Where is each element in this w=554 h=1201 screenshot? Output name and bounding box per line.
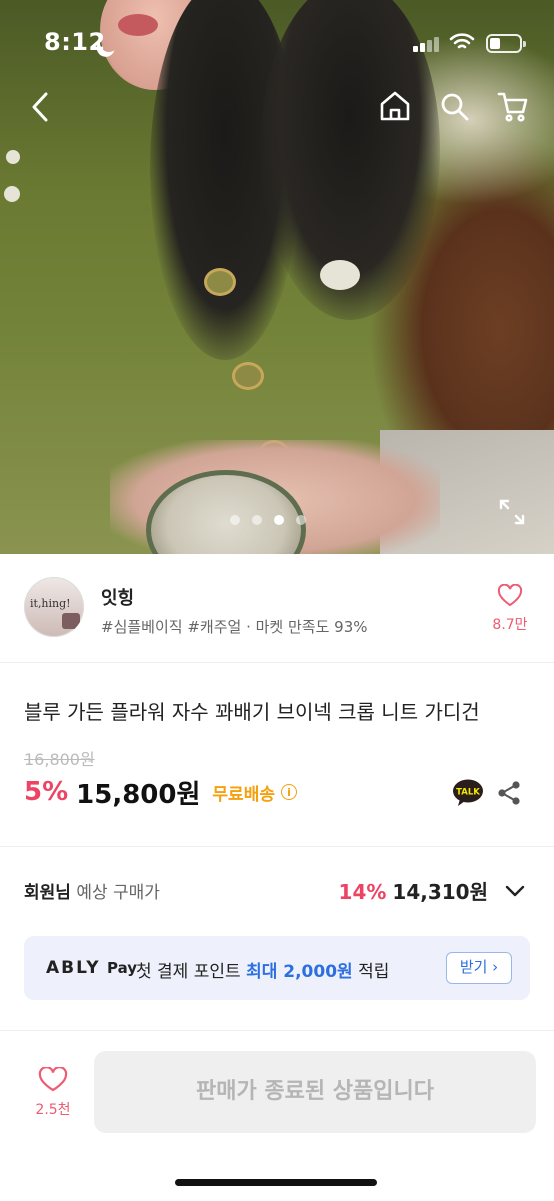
share-icon[interactable] — [496, 780, 522, 810]
hero-embroidery — [6, 150, 20, 164]
gallery-dot[interactable] — [252, 515, 262, 525]
ably-text-after: 적립 — [352, 962, 390, 982]
ably-promo-text: 첫 결제 포인트 최대 2,000원 적립 — [136, 957, 389, 982]
gallery-dot-active[interactable] — [274, 515, 284, 525]
hero-cardigan-button — [204, 268, 236, 296]
free-shipping-label[interactable]: 무료배송 — [212, 780, 275, 805]
member-price-value: 14,310원 — [392, 880, 488, 904]
ably-pay-banner[interactable]: ABLY Pay 첫 결제 포인트 최대 2,000원 적립 받기 › — [24, 936, 530, 1000]
home-indicator — [175, 1179, 377, 1186]
search-icon[interactable] — [440, 92, 470, 122]
heart-icon — [497, 583, 523, 607]
store-avatar-text: it,hing! — [30, 597, 71, 610]
price-row: 5% 15,800원 무료배송 i — [24, 774, 297, 810]
sold-out-button: 판매가 종료된 상품입니다 — [94, 1051, 536, 1133]
battery-icon — [486, 34, 526, 53]
signal-icon — [413, 36, 439, 52]
product-title: 블루 가든 플라워 자수 꽈배기 브이넥 크롭 니트 가디건 — [24, 700, 480, 724]
product-like-button[interactable]: 2.5천 — [24, 1066, 82, 1119]
store-like-button[interactable]: 8.7만 — [484, 583, 536, 634]
store-name[interactable]: 잇힝 — [101, 584, 134, 610]
ably-logo: ABLY — [46, 958, 101, 978]
kakaotalk-icon[interactable]: TALK — [452, 779, 484, 806]
hero-embroidery — [4, 186, 20, 202]
sale-price: 15,800원 — [76, 779, 201, 810]
discount-rate: 5% — [24, 777, 69, 807]
store-meta: #심플베이직 #캐주얼 · 마켓 만족도 93% — [101, 618, 368, 636]
original-price: 16,800원 — [24, 750, 95, 769]
gallery-dot[interactable] — [296, 515, 306, 525]
heart-icon — [38, 1066, 68, 1092]
store-section[interactable]: it,hing! 잇힝 #심플베이직 #캐주얼 · 마켓 만족도 93% 8.7… — [0, 554, 554, 663]
back-icon[interactable] — [28, 90, 54, 124]
hero-embroidery — [320, 260, 360, 290]
member-label-rest: 예상 구매가 — [70, 883, 160, 903]
home-icon[interactable] — [378, 90, 412, 122]
receive-button[interactable]: 받기 › — [446, 952, 512, 984]
ably-pay-label: Pay — [107, 959, 138, 977]
hero-cardigan-button — [232, 362, 264, 390]
gallery-indicator — [230, 514, 306, 526]
store-avatar-image — [62, 613, 80, 629]
store-avatar[interactable]: it,hing! — [24, 577, 84, 637]
talk-label: TALK — [456, 788, 480, 798]
bottom-action-bar: 2.5천 판매가 종료된 상품입니다 — [0, 1030, 554, 1201]
product-like-count: 2.5천 — [35, 1102, 71, 1118]
info-icon[interactable]: i — [280, 784, 297, 800]
wifi-icon — [449, 32, 475, 52]
fullscreen-icon[interactable] — [498, 498, 526, 526]
member-label-bold: 회원님 — [24, 883, 71, 903]
ably-text-before: 첫 결제 포인트 — [136, 962, 247, 982]
ably-highlight: 최대 2,000원 — [246, 962, 353, 982]
member-discount: 14% — [338, 880, 387, 904]
divider — [0, 846, 554, 847]
store-like-count: 8.7만 — [492, 617, 528, 633]
status-bar: 8:12 — [0, 0, 554, 88]
cart-icon[interactable] — [496, 90, 530, 124]
status-time: 8:12 — [44, 28, 106, 56]
gallery-dot[interactable] — [230, 515, 240, 525]
member-price: 14% 14,310원 — [339, 876, 488, 905]
chevron-down-icon[interactable] — [504, 880, 526, 906]
member-price-label: 회원님 예상 구매가 — [24, 878, 160, 903]
